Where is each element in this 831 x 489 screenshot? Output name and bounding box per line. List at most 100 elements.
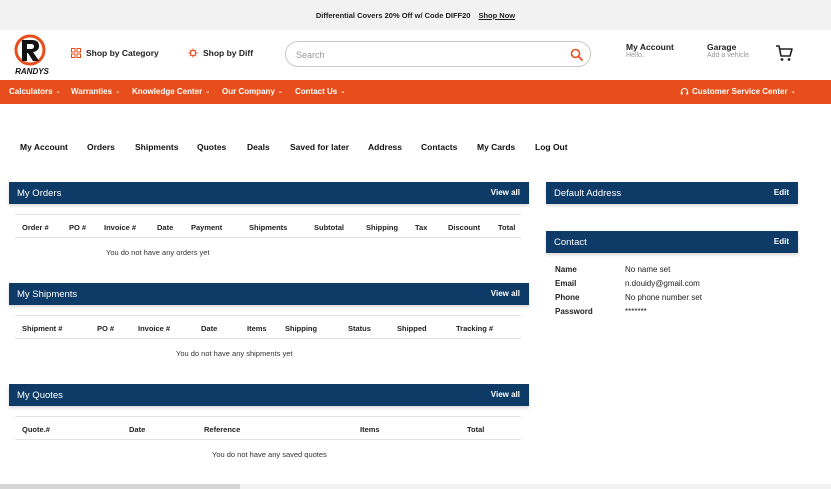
shipments-panel-title: My Shipments (17, 289, 78, 300)
contact-panel-title: Contact (554, 237, 587, 248)
tab-quotes[interactable]: Quotes (197, 142, 226, 152)
grid-icon (71, 48, 81, 58)
tab-orders[interactable]: Orders (87, 142, 115, 152)
my-account-menu[interactable]: My Account Hello, (626, 43, 674, 59)
search-input[interactable] (294, 46, 564, 63)
garage-menu[interactable]: Garage Add a vehicle (707, 43, 749, 59)
nav-item-knowledge-center[interactable]: Knowledge Center ⌄ (132, 87, 210, 96)
shipments-empty-message: You do not have any shipments yet (176, 349, 293, 358)
column-header: Items (360, 425, 380, 434)
scrollbar-thumb[interactable] (0, 484, 240, 489)
chevron-down-icon: ⌄ (205, 89, 211, 95)
shop-by-category-label: Shop by Category (86, 48, 159, 58)
quotes-panel-header: My Quotes View all (9, 384, 529, 406)
column-header: Order # (22, 223, 49, 232)
search-box (285, 41, 591, 67)
nav-item-calculators[interactable]: Calculators ⌄ (9, 87, 61, 96)
cart-icon[interactable] (775, 44, 793, 62)
my-account-label: My Account (626, 42, 674, 52)
tab-saved-for-later[interactable]: Saved for later (290, 142, 349, 152)
shop-by-category-link[interactable]: Shop by Category (71, 48, 159, 58)
greeting-text: Hello, (626, 51, 644, 59)
column-header: Total (467, 425, 485, 434)
column-header: Tracking # (456, 324, 494, 333)
customer-service-label: Customer Service Center (692, 87, 788, 96)
tab-my-account[interactable]: My Account (20, 142, 68, 152)
orders-panel-title: My Orders (17, 188, 62, 199)
headset-icon (680, 88, 689, 95)
chevron-down-icon: ⌄ (277, 89, 283, 95)
contact-value: No name set (625, 265, 671, 274)
nav-item-label: Contact Us (295, 87, 338, 96)
nav-item-label: Warranties (71, 87, 113, 96)
column-header: Total (498, 223, 516, 232)
column-header: Shipped (397, 324, 427, 333)
shipments-panel-header: My Shipments View all (9, 283, 529, 305)
column-header: PO # (97, 324, 115, 333)
default-address-panel-header: Default Address Edit (546, 182, 798, 204)
column-header: Date (201, 324, 218, 333)
tab-address[interactable]: Address (368, 142, 402, 152)
orders-panel-header: My Orders View all (9, 182, 529, 204)
site-header: RANDYS Shop by Category Shop by Diff My … (0, 30, 831, 80)
contact-label: Email (555, 279, 577, 288)
promo-text: Differential Covers 20% Off w/ Code DIFF… (315, 10, 471, 20)
main-nav: Calculators ⌄ Warranties ⌄ Knowledge Cente… (0, 80, 831, 104)
default-address-edit-link[interactable]: Edit (774, 188, 789, 197)
quotes-panel-title: My Quotes (17, 390, 63, 401)
contact-label: Password (555, 307, 593, 316)
quotes-view-all-link[interactable]: View all (491, 390, 520, 399)
contact-label: Phone (555, 293, 580, 302)
search-icon[interactable] (570, 48, 583, 61)
nav-item-contact-us[interactable]: Contact Us ⌄ (295, 87, 345, 96)
customer-service-center[interactable]: Customer Service Center ⌄ (680, 87, 796, 96)
nav-item-label: Our Company (222, 87, 275, 96)
orders-table-header: Order # PO # Invoice # Date Payment Ship… (15, 214, 521, 238)
column-header: Discount (448, 223, 481, 232)
gear-icon (188, 48, 198, 58)
column-header: Shipment # (22, 324, 63, 333)
contact-value: No phone number set (625, 293, 702, 302)
column-header: Items (247, 324, 267, 333)
tab-deals[interactable]: Deals (247, 142, 270, 152)
tab-shipments[interactable]: Shipments (135, 142, 178, 152)
column-header: Shipments (249, 223, 288, 232)
orders-view-all-link[interactable]: View all (491, 188, 520, 197)
column-header: PO # (69, 223, 87, 232)
column-header: Status (348, 324, 371, 333)
shipments-view-all-link[interactable]: View all (491, 289, 520, 298)
contact-panel-header: Contact Edit (546, 231, 798, 253)
nav-item-warranties[interactable]: Warranties ⌄ (71, 87, 120, 96)
quotes-empty-message: You do not have any saved quotes (212, 450, 327, 459)
column-header: Payment (191, 223, 223, 232)
add-vehicle-text: Add a vehicle (707, 51, 750, 59)
contact-value: n.douidy@gmail.com (625, 279, 700, 288)
randys-logo[interactable]: RANDYS (8, 34, 56, 76)
orders-empty-message: You do not have any orders yet (106, 248, 210, 257)
column-header: Subtotal (314, 223, 344, 232)
shop-now-link[interactable]: Shop Now (478, 11, 515, 20)
nav-item-our-company[interactable]: Our Company ⌄ (222, 87, 283, 96)
default-address-title: Default Address (554, 188, 622, 199)
tab-my-cards[interactable]: My Cards (477, 142, 515, 152)
chevron-down-icon: ⌄ (340, 89, 346, 95)
column-header: Tax (415, 223, 428, 232)
nav-item-label: Knowledge Center (132, 87, 203, 96)
contact-edit-link[interactable]: Edit (774, 237, 789, 246)
shop-by-diff-link[interactable]: Shop by Diff (188, 48, 253, 58)
contact-label: Name (555, 265, 577, 274)
column-header: Reference (204, 425, 241, 434)
garage-label: Garage (707, 42, 737, 52)
tab-log-out[interactable]: Log Out (535, 142, 568, 152)
contact-value: ******* (625, 307, 647, 316)
column-header: Invoice # (138, 324, 171, 333)
chevron-down-icon: ⌄ (55, 89, 61, 95)
column-header: Shipping (285, 324, 318, 333)
logo-text: RANDYS (15, 67, 49, 76)
promo-bar: Differential Covers 20% Off w/ Code DIFF… (0, 0, 831, 30)
column-header: Quote.# (22, 425, 50, 434)
tab-contacts[interactable]: Contacts (421, 142, 457, 152)
column-header: Date (129, 425, 146, 434)
chevron-down-icon: ⌄ (115, 89, 121, 95)
shop-by-diff-label: Shop by Diff (203, 48, 254, 58)
